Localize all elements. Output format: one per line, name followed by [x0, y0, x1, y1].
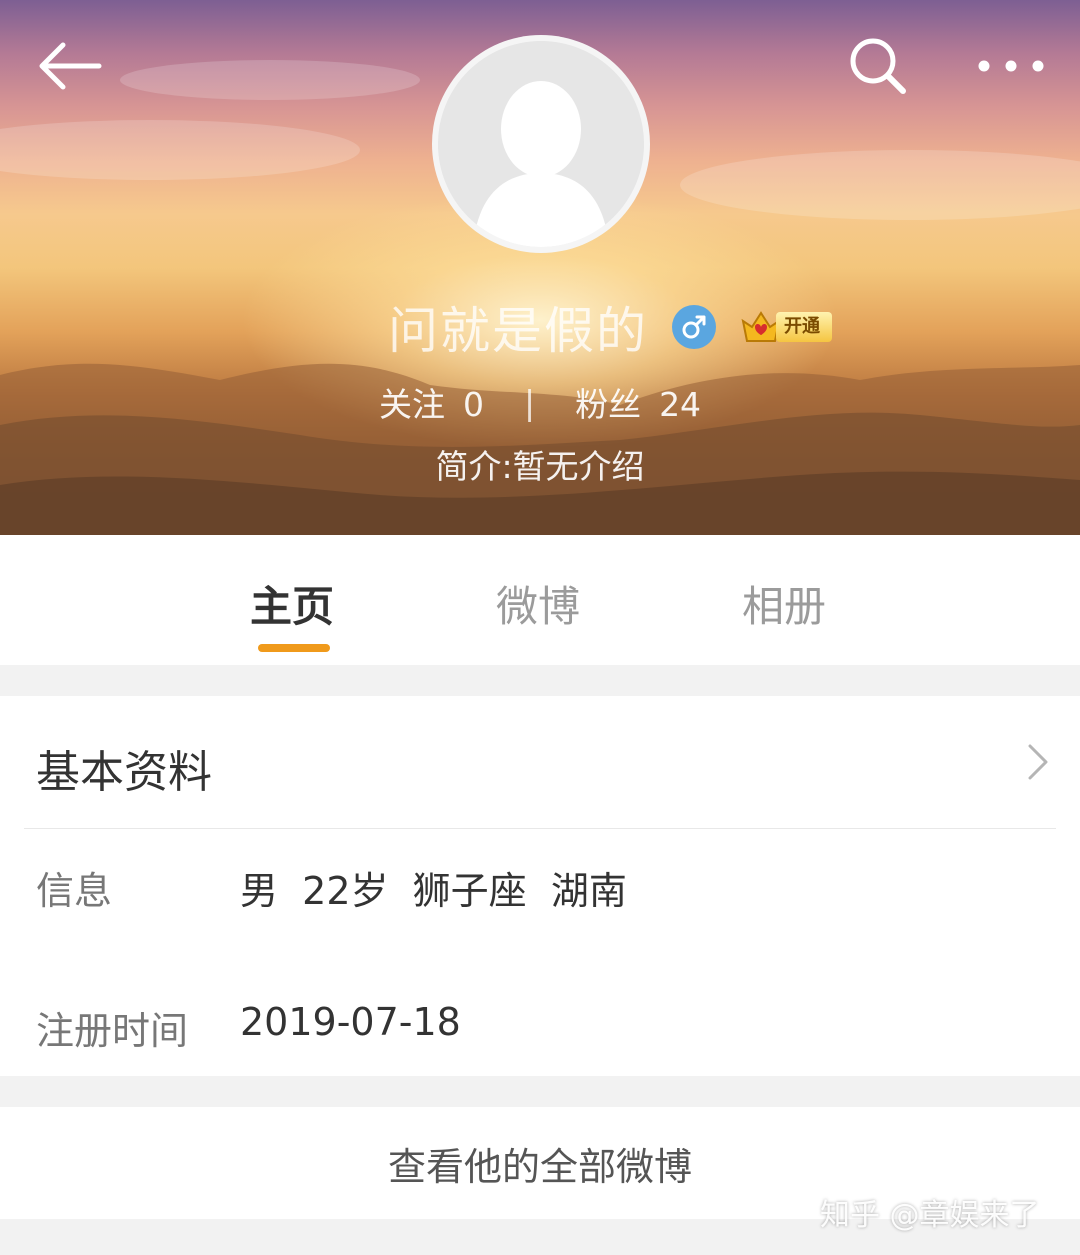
follow-stats: 关注 0 | 粉丝 24 — [0, 375, 1080, 429]
stats-separator: | — [523, 382, 536, 422]
followers-label: 粉丝 — [575, 385, 642, 424]
chevron-right-icon[interactable] — [1022, 742, 1054, 782]
search-button[interactable] — [840, 30, 916, 102]
tab-home[interactable]: 主页 — [250, 573, 334, 634]
vip-open-button[interactable]: 开通 — [740, 307, 832, 347]
profile-page: 问就是假的 开通 关注 0 | 粉丝 24 简介:暂无介绍 主页 微博 相册 基… — [0, 0, 1080, 1255]
info-value: 男 22岁 狮子座 湖南 — [240, 869, 627, 913]
info-label: 信息 — [36, 869, 113, 913]
divider — [24, 828, 1056, 829]
followers-stat[interactable]: 粉丝 24 — [575, 378, 701, 426]
mountains-background — [0, 363, 1080, 535]
followers-count: 24 — [659, 385, 702, 424]
back-button[interactable] — [28, 30, 112, 102]
tab-album[interactable]: 相册 — [742, 573, 826, 634]
user-name: 问就是假的 — [388, 302, 648, 360]
male-icon — [682, 315, 706, 339]
cloud — [0, 120, 360, 180]
basic-info-title[interactable]: 基本资料 — [36, 736, 212, 800]
user-bio: 简介:暂无介绍 — [435, 447, 645, 486]
basic-info-card: 基本资料 信息 男 22岁 狮子座 湖南 注册时间 2019-07-18 — [0, 696, 1080, 1076]
register-time-value: 2019-07-18 — [240, 1000, 461, 1044]
default-avatar-icon — [438, 41, 644, 247]
following-count: 0 — [462, 385, 484, 424]
following-stat[interactable]: 关注 0 — [379, 378, 484, 426]
gender-badge — [672, 305, 716, 349]
back-arrow-icon — [39, 42, 102, 90]
tab-weibo[interactable]: 微博 — [496, 573, 580, 634]
more-button[interactable] — [966, 34, 1056, 98]
following-label: 关注 — [378, 385, 445, 424]
cloud — [120, 60, 420, 100]
profile-tabs: 主页 微博 相册 — [0, 535, 1080, 665]
register-time-label: 注册时间 — [36, 1009, 189, 1053]
avatar[interactable] — [432, 35, 650, 253]
search-icon — [850, 38, 906, 94]
more-dots-icon — [978, 60, 1044, 72]
vip-label: 开通 — [776, 312, 832, 342]
profile-header: 问就是假的 开通 关注 0 | 粉丝 24 简介:暂无介绍 — [0, 0, 1080, 535]
watermark: 知乎 @章娱来了 — [820, 1198, 1040, 1233]
name-row: 问就是假的 开通 — [0, 292, 1080, 362]
active-tab-indicator — [258, 644, 330, 652]
